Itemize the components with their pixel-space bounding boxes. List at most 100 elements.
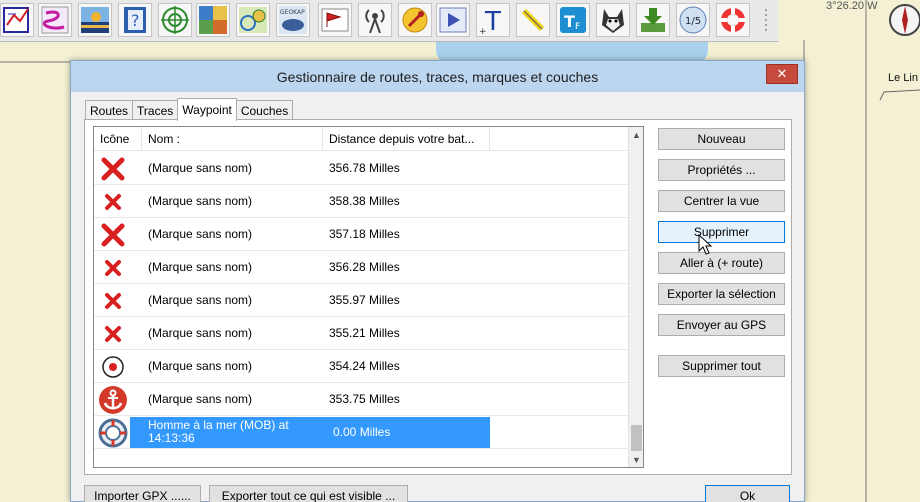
landscape-button[interactable] xyxy=(78,3,112,37)
new-button[interactable]: Nouveau xyxy=(658,128,785,150)
waypoint-name: (Marque sans nom) xyxy=(148,260,253,274)
routes-icon xyxy=(3,7,29,33)
list-header: Icône Nom : Distance depuis votre bat... xyxy=(94,127,629,151)
chart-mosaic-icon xyxy=(199,6,227,34)
route-manager-dialog: Gestionnaire de routes, traces, marques … xyxy=(70,60,805,502)
waypoint-distance: 358.38 Milles xyxy=(329,194,400,208)
waypoint-distance: 353.75 Milles xyxy=(329,392,400,406)
chart-mosaic-button[interactable] xyxy=(196,3,230,37)
draw-route-button[interactable] xyxy=(38,3,72,37)
zoom-scale-button[interactable]: 1/5 xyxy=(676,3,710,37)
waypoint-name: (Marque sans nom) xyxy=(148,359,253,373)
waypoint-name: (Marque sans nom) xyxy=(148,161,253,175)
delete-all-button[interactable]: Supprimer tout xyxy=(658,355,785,377)
tide-font-icon: TF xyxy=(560,7,586,33)
waypoint-distance: 355.21 Milles xyxy=(329,326,400,340)
target-button[interactable] xyxy=(158,3,192,37)
red-x-mark-icon xyxy=(101,223,125,247)
mark-flag-icon xyxy=(321,8,349,32)
table-row[interactable]: (Marque sans nom) 355.21 Milles xyxy=(94,317,629,350)
ok-button[interactable]: Ok xyxy=(705,485,790,502)
waypoint-name: (Marque sans nom) xyxy=(148,392,253,406)
tools-icon xyxy=(402,7,428,33)
lifebuoy-mark-icon xyxy=(98,418,128,448)
column-header-distance[interactable]: Distance depuis votre bat... xyxy=(323,127,490,151)
table-row[interactable]: (Marque sans nom) 353.75 Milles xyxy=(94,383,629,416)
tab-bar: Routes Traces Waypoint Couches xyxy=(85,98,294,121)
help-button[interactable]: ? xyxy=(118,3,152,37)
scroll-down-icon[interactable]: ▼ xyxy=(629,452,643,467)
antenna-button[interactable] xyxy=(358,3,392,37)
zoom-scale-caption: 1/5 xyxy=(685,16,701,27)
toolbar-grip-icon[interactable] xyxy=(762,6,770,36)
zoom-scale-icon: 1/5 xyxy=(679,6,707,34)
table-row[interactable]: (Marque sans nom) 357.18 Milles xyxy=(94,218,629,251)
geokap-caption: GEOKAP xyxy=(280,9,305,16)
delete-button[interactable]: Supprimer xyxy=(658,221,785,243)
text-tool-button[interactable]: T + xyxy=(476,3,510,37)
geokap-button[interactable]: GEOKAP xyxy=(276,3,310,37)
mouse-pointer-icon xyxy=(698,234,713,255)
lifebuoy-icon xyxy=(721,8,745,32)
tab-waypoint[interactable]: Waypoint xyxy=(177,98,237,121)
compass-icon[interactable] xyxy=(888,0,920,38)
tide-font-button[interactable]: TF xyxy=(556,3,590,37)
column-header-icon[interactable]: Icône xyxy=(94,127,142,151)
column-header-name[interactable]: Nom : xyxy=(142,127,323,151)
highlighter-button[interactable] xyxy=(516,3,550,37)
download-icon xyxy=(641,8,665,32)
table-row[interactable]: (Marque sans nom) 356.28 Milles xyxy=(94,251,629,284)
waypoint-name: Homme à la mer (MOB) at 14:13:36 xyxy=(148,418,289,445)
map-view-button[interactable] xyxy=(236,3,270,37)
play-icon xyxy=(439,7,467,33)
waypoint-list[interactable]: Icône Nom : Distance depuis votre bat...… xyxy=(93,126,644,468)
table-row[interactable]: (Marque sans nom) 356.78 Milles xyxy=(94,152,629,185)
send-to-gps-button[interactable]: Envoyer au GPS xyxy=(658,314,785,336)
red-x-mark-icon xyxy=(101,157,125,181)
tab-couches[interactable]: Couches xyxy=(235,100,294,120)
waypoint-name: (Marque sans nom) xyxy=(148,227,253,241)
table-row[interactable]: (Marque sans nom) 358.38 Milles xyxy=(94,185,629,218)
routes-button[interactable] xyxy=(0,3,34,37)
vertical-scrollbar[interactable]: ▲ ▼ xyxy=(628,127,643,467)
table-row[interactable]: (Marque sans nom) 355.97 Milles xyxy=(94,284,629,317)
text-tool-icon: T+ xyxy=(479,7,501,35)
export-selection-button[interactable]: Exporter la sélection xyxy=(658,283,785,305)
scroll-up-icon[interactable]: ▲ xyxy=(629,127,643,142)
dialog-title: Gestionnaire de routes, traces, marques … xyxy=(276,68,599,85)
waypoint-distance: 356.28 Milles xyxy=(329,260,400,274)
anchor-mark-icon xyxy=(99,386,127,414)
tab-traces[interactable]: Traces xyxy=(132,100,179,120)
geokap-icon: GEOKAP xyxy=(279,6,307,34)
lifebuoy-button[interactable] xyxy=(716,3,750,37)
husky-dog-icon xyxy=(602,9,624,33)
waypoint-name: (Marque sans nom) xyxy=(148,326,253,340)
svg-text:T: T xyxy=(484,7,501,35)
tools-button[interactable] xyxy=(398,3,432,37)
download-button[interactable] xyxy=(636,3,670,37)
coordinate-readout: 3°26.20 W xyxy=(826,0,878,12)
waypoint-distance: 356.78 Milles xyxy=(329,161,400,175)
waypoint-distance: 355.97 Milles xyxy=(329,293,400,307)
svg-text:?: ? xyxy=(131,11,140,30)
husky-button[interactable] xyxy=(596,3,630,37)
goto-button[interactable]: Aller à (+ route) xyxy=(658,252,785,274)
red-x-mark-icon xyxy=(105,326,121,342)
scroll-thumb[interactable] xyxy=(631,425,642,451)
properties-button[interactable]: Propriétés ... xyxy=(658,159,785,181)
center-view-button[interactable]: Centrer la vue xyxy=(658,190,785,212)
svg-text:F: F xyxy=(575,22,580,32)
import-gpx-button[interactable]: Importer GPX ...... xyxy=(84,485,201,502)
mark-flag-button[interactable] xyxy=(318,3,352,37)
table-row[interactable]: (Marque sans nom) 354.24 Milles xyxy=(94,350,629,383)
red-x-mark-icon xyxy=(105,260,121,276)
table-row-selected[interactable]: Homme à la mer (MOB) at 14:13:36 0.00 Mi… xyxy=(94,416,629,449)
export-visible-button[interactable]: Exporter tout ce qui est visible ... xyxy=(209,485,408,502)
close-button[interactable]: ✕ xyxy=(766,64,798,84)
svg-text:T: T xyxy=(564,12,575,31)
red-x-mark-icon xyxy=(105,293,121,309)
circle-dot-mark-icon xyxy=(102,356,124,378)
dialog-titlebar[interactable]: Gestionnaire de routes, traces, marques … xyxy=(71,61,804,92)
play-button[interactable] xyxy=(436,3,470,37)
tab-routes[interactable]: Routes xyxy=(85,100,134,120)
